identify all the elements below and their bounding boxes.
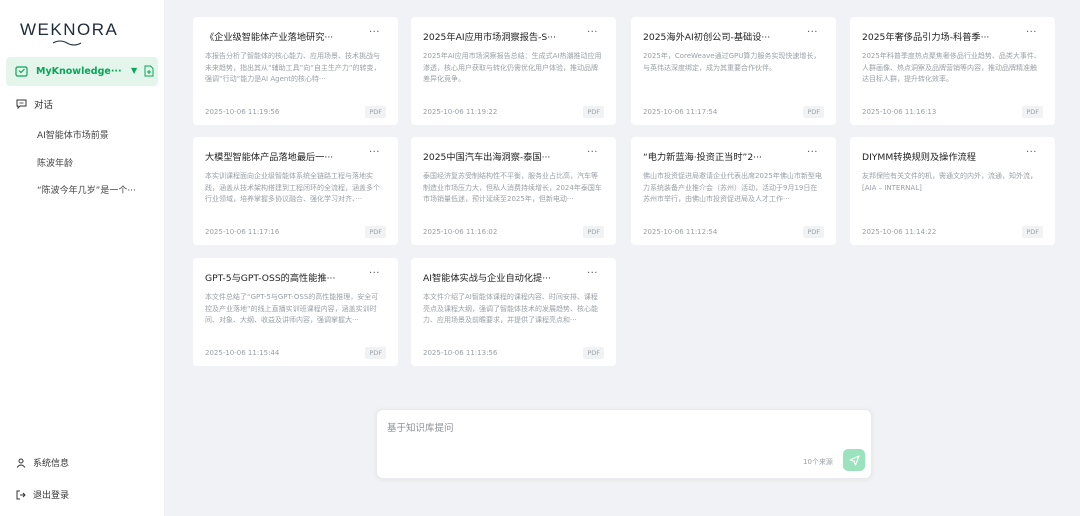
user-icon: [16, 458, 26, 468]
new-document-icon[interactable]: [144, 65, 154, 77]
document-summary: 友邦保险有关文件的机，需通文的内外，流通，知外流，[AIA – INTERNAL…: [862, 172, 1037, 192]
document-card[interactable]: 大模型智能体产品落地最后一··· ··· 本实训课程面向企业级智能体系统全链路工…: [193, 137, 398, 245]
file-type-badge: PDF: [365, 347, 386, 359]
chat-input[interactable]: [387, 420, 857, 450]
chevron-down-icon[interactable]: ▼: [131, 66, 137, 75]
document-summary: 泰国经济复苏受制结构性不平衡，服务业占比高，汽车等制造业市场压力大，但私人消费持…: [423, 172, 602, 203]
document-card[interactable]: 2025年奢侈品引力场-科普季··· ··· 2025年科普季度热点聚焦奢侈品行…: [850, 17, 1055, 125]
logout-label: 退出登录: [33, 491, 70, 501]
file-type-badge: PDF: [365, 106, 386, 118]
document-date: 2025-10-06 11:14:22: [862, 228, 937, 236]
document-summary: 本实训课程面向企业级智能体系统全链路工程与落地实践，涵盖从技术架构搭建到工程闭环…: [205, 172, 380, 203]
chat-input-box: 10个来源: [376, 409, 872, 479]
conversation-item[interactable]: 陈波年龄: [37, 156, 73, 169]
document-card[interactable]: 2025中国汽车出海洞察-泰国··· ··· 泰国经济复苏受制结构性不平衡，服务…: [411, 137, 616, 245]
document-summary: 本报告分析了智能体的核心能力、应用场景、技术挑战与未来趋势，指出其从“辅助工具”…: [205, 52, 381, 83]
sidebar: WEKNORA MyKnowledge··· ▼ 对话 AI智能体市场前景 陈波…: [0, 0, 165, 516]
more-options-icon[interactable]: ···: [587, 27, 598, 38]
system-info-label: 系统信息: [33, 459, 70, 469]
more-options-icon[interactable]: ···: [807, 27, 818, 38]
document-card[interactable]: 2025年AI应用市场洞察报告-S··· ··· 2025年AI应用市场洞察报告…: [411, 17, 616, 125]
document-date: 2025-10-06 11:17:16: [205, 228, 280, 236]
document-card[interactable]: GPT-5与GPT-OSS的高性能推··· ··· 本文件总结了“GPT-5与G…: [193, 258, 398, 366]
document-title: 2025年AI应用市场洞察报告-S···: [423, 32, 556, 43]
conversation-item[interactable]: AI智能体市场前景: [37, 128, 109, 141]
more-options-icon[interactable]: ···: [1026, 27, 1037, 38]
send-button[interactable]: [843, 449, 865, 471]
document-summary: 本文件总结了“GPT-5与GPT-OSS的高性能推理，安全可控及产业落地”的线上…: [205, 293, 379, 324]
document-date: 2025-10-06 11:12:54: [643, 228, 718, 236]
more-options-icon[interactable]: ···: [587, 147, 598, 158]
more-options-icon[interactable]: ···: [587, 268, 598, 279]
document-summary: 2025年AI应用市场洞察报告总结：生成式AI热潮推动应用渗透，核心用户获取与转…: [423, 52, 602, 83]
document-title: AI智能体实战与企业自动化提···: [423, 273, 552, 284]
logout-button[interactable]: 退出登录: [16, 488, 69, 501]
document-title: 《企业级智能体产业落地研究···: [205, 32, 334, 43]
more-options-icon[interactable]: ···: [369, 268, 380, 279]
nav-chat-label: 对话: [34, 100, 54, 111]
send-icon: [848, 454, 860, 466]
system-info-button[interactable]: 系统信息: [16, 456, 69, 469]
file-type-badge: PDF: [365, 226, 386, 238]
document-title: 2025中国汽车出海洞察-泰国···: [423, 152, 551, 163]
conversation-item[interactable]: “陈波今年几岁”是一个···: [37, 183, 136, 196]
nav-chat[interactable]: 对话: [16, 97, 53, 111]
file-type-badge: PDF: [583, 226, 604, 238]
document-card[interactable]: DIYMM转换规则及操作流程 ··· 友邦保险有关文件的机，需通文的内外，流通，…: [850, 137, 1055, 245]
document-date: 2025-10-06 11:17:54: [643, 108, 718, 116]
file-type-badge: PDF: [583, 106, 604, 118]
file-type-badge: PDF: [1022, 106, 1043, 118]
file-type-badge: PDF: [583, 347, 604, 359]
document-card[interactable]: 《企业级智能体产业落地研究··· ··· 本报告分析了智能体的核心能力、应用场景…: [193, 17, 398, 125]
document-title: 大模型智能体产品落地最后一···: [205, 152, 334, 163]
knowledge-base-name: MyKnowledge···: [36, 66, 122, 77]
source-count: 10个来源: [803, 458, 833, 466]
file-type-badge: PDF: [803, 106, 824, 118]
document-title: 2025海外AI初创公司-基础设···: [643, 32, 771, 43]
more-options-icon[interactable]: ···: [807, 147, 818, 158]
logo-wave-icon: [52, 40, 82, 46]
chat-icon: [16, 99, 27, 109]
document-summary: 2025年，CoreWeave通过GPU算力服务实现快速增长，与英伟达深度绑定，…: [643, 52, 821, 72]
document-date: 2025-10-06 11:19:56: [205, 108, 280, 116]
document-date: 2025-10-06 11:16:02: [423, 228, 498, 236]
document-card[interactable]: “电力新蓝海·投资正当时”2··· ··· 佛山市投资促进局邀请企业代表出席20…: [631, 137, 836, 245]
file-type-badge: PDF: [803, 226, 824, 238]
document-date: 2025-10-06 11:16:13: [862, 108, 937, 116]
knowledge-base-selector[interactable]: MyKnowledge··· ▼: [6, 57, 158, 86]
document-date: 2025-10-06 11:13:56: [423, 349, 498, 357]
more-options-icon[interactable]: ···: [1026, 147, 1037, 158]
document-summary: 2025年科普季度热点聚焦奢侈品行业趋势、品类大事件、人群画像、热点洞察及品牌营…: [862, 52, 1041, 83]
document-date: 2025-10-06 11:15:44: [205, 349, 280, 357]
logo: WEKNORA: [20, 20, 119, 39]
logout-icon: [16, 490, 26, 499]
document-card[interactable]: AI智能体实战与企业自动化提··· ··· 本文件介绍了AI智能体课程的课程内容…: [411, 258, 616, 366]
document-summary: 本文件介绍了AI智能体课程的课程内容、时间安排、课程亮点及课程大纲，强调了智能体…: [423, 293, 598, 324]
document-summary: 佛山市投资促进局邀请企业代表出席2025年佛山市新型电力系统装备产业推介会（苏州…: [643, 172, 822, 203]
document-title: DIYMM转换规则及操作流程: [862, 152, 976, 163]
more-options-icon[interactable]: ···: [369, 27, 380, 38]
more-options-icon[interactable]: ···: [369, 147, 380, 158]
document-title: GPT-5与GPT-OSS的高性能推···: [205, 273, 336, 284]
document-title: 2025年奢侈品引力场-科普季···: [862, 32, 990, 43]
document-title: “电力新蓝海·投资正当时”2···: [643, 152, 762, 163]
document-date: 2025-10-06 11:19:22: [423, 108, 498, 116]
document-card[interactable]: 2025海外AI初创公司-基础设··· ··· 2025年，CoreWeave通…: [631, 17, 836, 125]
file-type-badge: PDF: [1022, 226, 1043, 238]
knowledge-base-icon: [15, 66, 28, 77]
